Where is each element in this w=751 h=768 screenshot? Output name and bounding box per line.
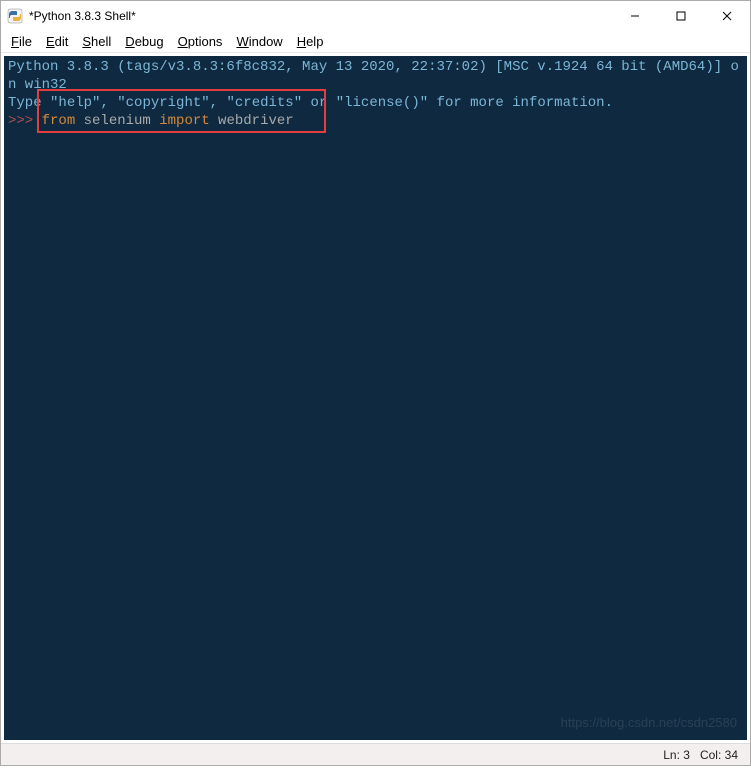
maximize-button[interactable] (658, 1, 704, 31)
titlebar: *Python 3.8.3 Shell* (1, 1, 750, 31)
statusbar: Ln: 3 Col: 34 (1, 743, 750, 765)
prompt-line[interactable]: >>> from selenium import webdriver (8, 112, 743, 130)
menu-options[interactable]: Options (178, 34, 223, 49)
app-window: *Python 3.8.3 Shell* File Edit Shell Debug O… (0, 0, 751, 766)
window-controls (612, 1, 750, 31)
menubar: File Edit Shell Debug Options Window Help (1, 31, 750, 53)
menu-help[interactable]: Help (297, 34, 324, 49)
python-idle-icon (7, 8, 23, 24)
minimize-button[interactable] (612, 1, 658, 31)
menu-shell[interactable]: Shell (82, 34, 111, 49)
watermark-text: https://blog.csdn.net/csdn2580 (561, 714, 737, 732)
menu-window[interactable]: Window (236, 34, 282, 49)
window-title: *Python 3.8.3 Shell* (29, 9, 136, 23)
titlebar-left: *Python 3.8.3 Shell* (7, 8, 136, 24)
banner-line-1: Python 3.8.3 (tags/v3.8.3:6f8c832, May 1… (8, 58, 743, 94)
menu-debug[interactable]: Debug (125, 34, 163, 49)
status-col: Col: 34 (700, 748, 738, 762)
close-button[interactable] (704, 1, 750, 31)
menu-file[interactable]: File (11, 34, 32, 49)
status-line: Ln: 3 (663, 748, 690, 762)
menu-edit[interactable]: Edit (46, 34, 68, 49)
banner-line-2: Type "help", "copyright", "credits" or "… (8, 94, 743, 112)
console-area[interactable]: Python 3.8.3 (tags/v3.8.3:6f8c832, May 1… (3, 55, 748, 741)
